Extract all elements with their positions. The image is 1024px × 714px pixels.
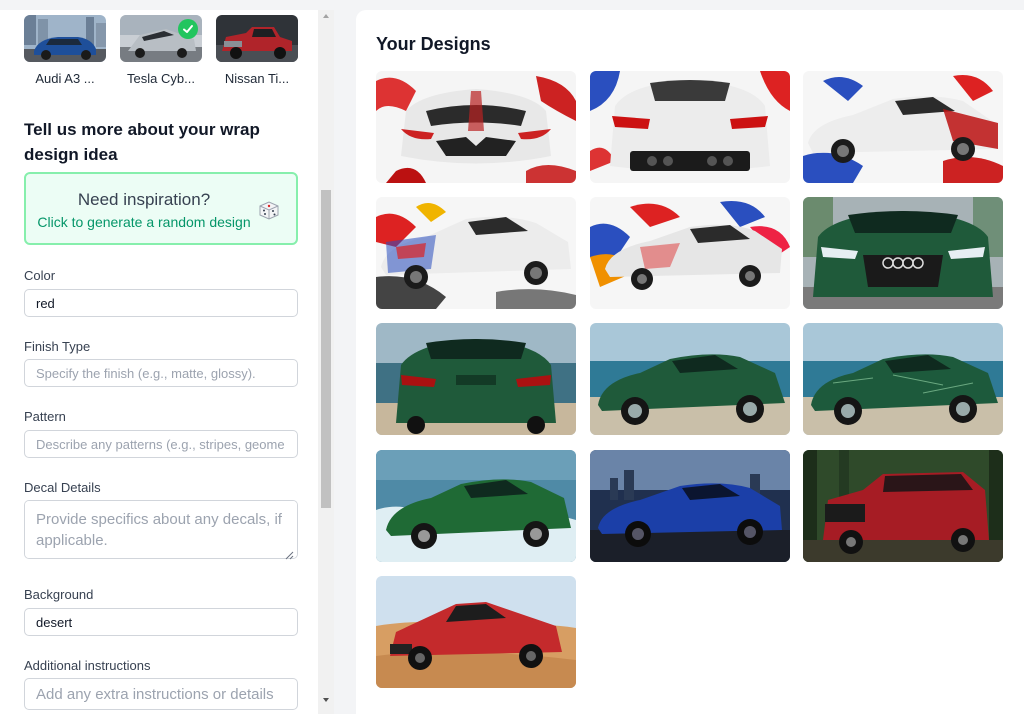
pattern-input[interactable] <box>24 430 298 458</box>
finish-label: Finish Type <box>24 339 91 354</box>
car-thumbnail-nissan <box>216 15 298 62</box>
design-card[interactable] <box>376 576 576 688</box>
design-card[interactable] <box>376 71 576 183</box>
design-image <box>376 71 576 183</box>
design-image <box>376 576 576 688</box>
design-card[interactable] <box>590 197 790 309</box>
car-option-label: Tesla Cyb... <box>127 71 195 86</box>
design-image <box>376 323 576 435</box>
design-card[interactable] <box>803 450 1003 562</box>
car-option-audi[interactable]: Audi A3 ... <box>24 15 106 86</box>
inspiration-subtitle: Click to generate a random design <box>37 214 251 230</box>
decal-textarea[interactable] <box>24 500 298 559</box>
design-card[interactable] <box>590 450 790 562</box>
additional-input[interactable] <box>24 678 298 710</box>
dice-icon <box>259 201 279 220</box>
finish-input[interactable] <box>24 359 298 387</box>
selected-check-icon <box>178 19 198 39</box>
design-image <box>803 323 1003 435</box>
car-option-nissan[interactable]: Nissan Ti... <box>216 15 298 86</box>
section-title: Tell us more about your wrap design idea <box>24 120 260 164</box>
design-card[interactable] <box>803 323 1003 435</box>
design-image <box>803 450 1003 562</box>
design-image <box>803 71 1003 183</box>
car-option-label: Audi A3 ... <box>35 71 95 86</box>
color-label: Color <box>24 268 56 283</box>
design-image <box>376 450 576 562</box>
car-option-label: Nissan Ti... <box>224 71 290 86</box>
car-selector: Audi A3 ... Tesla Cyb... Nissan Ti... <box>24 15 298 95</box>
design-image <box>590 197 790 309</box>
inspiration-button[interactable]: Need inspiration? Click to generate a ra… <box>24 172 298 245</box>
design-card[interactable] <box>590 71 790 183</box>
inspiration-title: Need inspiration? <box>77 190 211 209</box>
background-input[interactable] <box>24 608 298 636</box>
pattern-label: Pattern <box>24 409 66 424</box>
design-image <box>803 197 1003 309</box>
car-option-tesla[interactable]: Tesla Cyb... <box>120 15 202 86</box>
design-card[interactable] <box>590 323 790 435</box>
resize-grip-icon[interactable] <box>284 550 294 560</box>
design-card[interactable] <box>803 197 1003 309</box>
design-card[interactable] <box>803 71 1003 183</box>
car-thumbnail-audi <box>24 15 106 62</box>
designs-title: Your Designs <box>376 34 491 54</box>
design-image <box>590 71 790 183</box>
design-card[interactable] <box>376 450 576 562</box>
design-card[interactable] <box>376 323 576 435</box>
wrap-form-panel: Audi A3 ... Tesla Cyb... Nissan Ti... Te… <box>0 10 334 714</box>
scrollbar-thumb[interactable] <box>321 190 331 508</box>
designs-panel: Your Designs <box>356 10 1024 714</box>
scroll-up-icon[interactable] <box>322 12 330 20</box>
color-input[interactable] <box>24 289 298 317</box>
decal-label: Decal Details <box>24 480 101 495</box>
background-label: Background <box>24 587 94 602</box>
design-image <box>590 450 790 562</box>
design-card[interactable] <box>376 197 576 309</box>
scroll-down-icon[interactable] <box>322 696 330 704</box>
additional-label: Additional instructions <box>24 658 151 673</box>
left-panel-scrollbar[interactable] <box>318 10 334 714</box>
car-thumbnail-tesla <box>120 15 202 62</box>
design-image <box>376 197 576 309</box>
design-image <box>590 323 790 435</box>
